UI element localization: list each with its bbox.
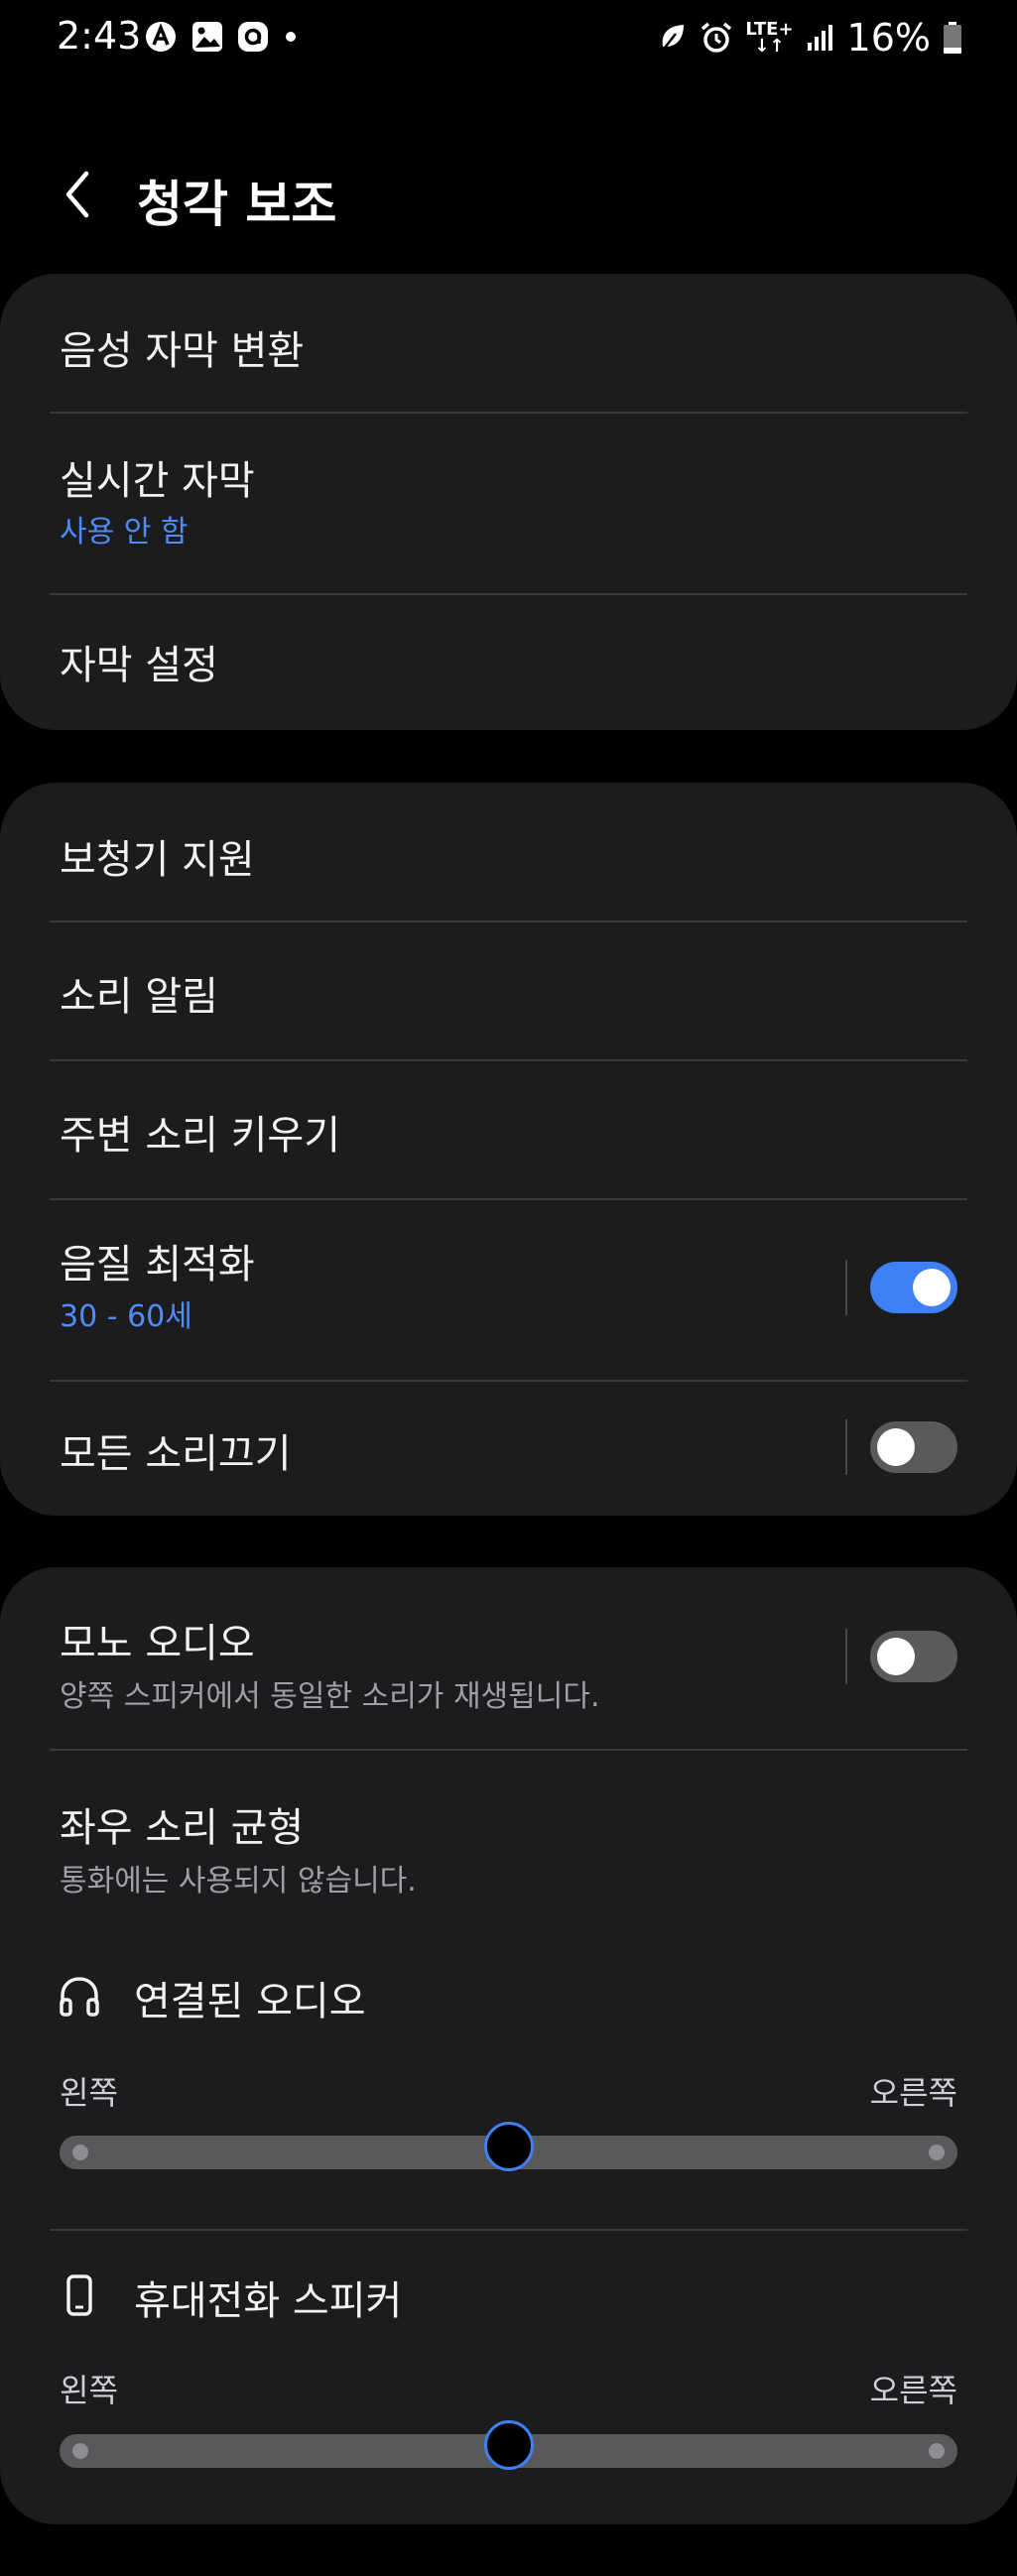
notification-dot-icon xyxy=(286,32,296,42)
mono-audio-toggle[interactable] xyxy=(870,1631,957,1682)
caption-settings-item[interactable]: 자막 설정 xyxy=(50,595,967,730)
assistant-icon xyxy=(238,22,268,52)
slider-left-end-dot xyxy=(72,2443,88,2459)
hearing-aid-support-title: 보청기 지원 xyxy=(60,837,255,883)
adapt-sound-title: 음질 최적화 xyxy=(60,1242,255,1288)
gallery-icon xyxy=(192,22,222,52)
toggle-knob xyxy=(877,1428,915,1466)
mono-audio-description: 양쪽 스피커에서 동일한 소리가 재생됩니다. xyxy=(60,1679,600,1714)
divider xyxy=(50,2229,967,2231)
connected-audio-left-label: 왼쪽 xyxy=(60,2074,118,2112)
auto-sync-icon xyxy=(146,22,176,52)
balance-item: 좌우 소리 균형 통화에는 사용되지 않습니다. xyxy=(50,1751,967,1919)
signal-icon xyxy=(807,25,832,51)
phone-speaker-right-label: 오른쪽 xyxy=(869,2372,957,2409)
phone-speaker-left-label: 왼쪽 xyxy=(60,2372,118,2409)
amplify-ambient-sound-item[interactable]: 주변 소리 키우기 xyxy=(50,1061,967,1198)
captions-card: 음성 자막 변환 실시간 자막 사용 안 함 자막 설정 xyxy=(0,274,1017,730)
hearing-aid-support-item[interactable]: 보청기 지원 xyxy=(50,783,967,920)
connected-audio-heading: 연결된 오디오 xyxy=(134,1979,366,2024)
toggle-knob xyxy=(913,1269,951,1306)
slider-right-end-dot xyxy=(929,2443,945,2459)
adapt-sound-age: 30 - 60세 xyxy=(60,1299,192,1334)
battery-icon xyxy=(944,22,961,54)
status-system-icons: LTE+ ↓↑ 16% xyxy=(658,14,962,61)
sound-notifications-item[interactable]: 소리 알림 xyxy=(50,922,967,1059)
headphones-icon xyxy=(60,1977,99,2017)
slider-right-end-dot xyxy=(929,2145,945,2160)
mute-all-sounds-title: 모든 소리끄기 xyxy=(60,1431,292,1477)
mono-audio-item[interactable]: 모노 오디오 양쪽 스피커에서 동일한 소리가 재생됩니다. xyxy=(50,1567,967,1749)
leaf-icon xyxy=(661,25,685,53)
connected-audio-balance-slider[interactable] xyxy=(60,2122,957,2171)
status-bar: 2:43 LTE+ ↓↑ 16% xyxy=(0,0,1017,74)
mute-all-sounds-toggle[interactable] xyxy=(870,1421,957,1473)
speech-to-text-item[interactable]: 음성 자막 변환 xyxy=(50,274,967,412)
amplify-ambient-sound-title: 주변 소리 키우기 xyxy=(60,1113,341,1159)
phone-icon xyxy=(66,2274,92,2316)
phone-speaker-balance-slider[interactable] xyxy=(60,2420,957,2470)
speech-to-text-title: 음성 자막 변환 xyxy=(60,328,305,374)
toggle-separator xyxy=(845,1629,847,1684)
toggle-separator xyxy=(845,1260,847,1315)
lte-icon: LTE+ ↓↑ xyxy=(745,19,794,57)
connected-audio-slider-thumb[interactable] xyxy=(483,2122,534,2171)
chevron-left-icon xyxy=(65,171,89,218)
page-title: 청각 보조 xyxy=(137,176,337,233)
back-button[interactable] xyxy=(48,159,107,230)
audio-balance-card: 모노 오디오 양쪽 스피커에서 동일한 소리가 재생됩니다. 좌우 소리 균형 … xyxy=(0,1567,1017,2524)
mono-audio-title: 모노 오디오 xyxy=(60,1621,255,1666)
live-caption-item[interactable]: 실시간 자막 사용 안 함 xyxy=(50,414,967,592)
toggle-separator xyxy=(845,1419,847,1475)
phone-speaker-heading: 휴대전화 스피커 xyxy=(134,2278,403,2324)
mute-all-sounds-item[interactable]: 모든 소리끄기 xyxy=(50,1382,967,1516)
sound-notifications-title: 소리 알림 xyxy=(60,974,218,1020)
phone-speaker-slider-thumb[interactable] xyxy=(483,2420,534,2470)
live-caption-status: 사용 안 함 xyxy=(60,515,189,550)
adapt-sound-item[interactable]: 음질 최적화 30 - 60세 xyxy=(50,1200,967,1380)
slider-left-end-dot xyxy=(72,2145,88,2160)
alarm-icon xyxy=(701,22,732,53)
adapt-sound-toggle[interactable] xyxy=(870,1262,957,1313)
balance-description: 통화에는 사용되지 않습니다. xyxy=(60,1864,417,1899)
caption-settings-title: 자막 설정 xyxy=(60,643,218,688)
toggle-knob xyxy=(877,1638,915,1675)
battery-percentage: 16% xyxy=(846,16,931,60)
status-time: 2:43 xyxy=(57,14,142,58)
connected-audio-right-label: 오른쪽 xyxy=(869,2074,957,2112)
balance-title: 좌우 소리 균형 xyxy=(60,1805,305,1851)
live-caption-title: 실시간 자막 xyxy=(60,458,255,504)
hearing-card: 보청기 지원 소리 알림 주변 소리 키우기 음질 최적화 30 - 60세 모… xyxy=(0,783,1017,1516)
status-notification-icons xyxy=(144,18,299,56)
